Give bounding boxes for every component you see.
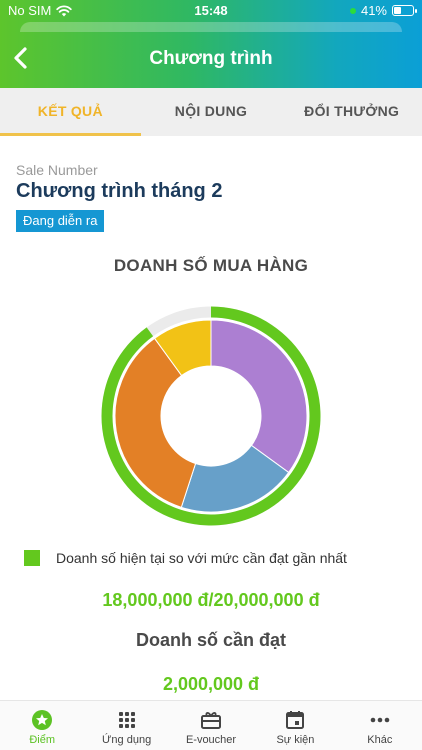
nav-label-events: Sự kiện <box>276 734 315 746</box>
status-badge: Đang diễn ra <box>16 210 105 232</box>
tab-results[interactable]: KẾT QUẢ <box>0 88 141 136</box>
donut-slice-1 <box>210 319 308 474</box>
battery-fill <box>394 7 401 14</box>
results-content[interactable]: Sale Number Chương trình tháng 2 Đang di… <box>0 136 422 700</box>
tab-rewards[interactable]: ĐỔI THƯỞNG <box>281 88 422 136</box>
tab-bar: KẾT QUẢ NỘI DUNG ĐỔI THƯỞNG <box>0 88 422 136</box>
nav-item-events[interactable]: Sự kiện <box>253 701 337 750</box>
more-dots-icon <box>370 717 390 723</box>
program-title: Chương trình tháng 2 <box>16 180 223 202</box>
nav-label-points: Điểm <box>29 734 56 746</box>
chart-legend: Doanh số hiện tại so với mức cần đạt gần… <box>24 550 347 566</box>
nav-label-more: Khác <box>367 734 393 746</box>
location-dot-icon <box>349 7 356 14</box>
nav-label-evoucher: E-voucher <box>185 734 237 746</box>
current-vs-target-amount: 18,000,000 đ/20,000,000 đ <box>102 590 320 610</box>
page-title: Chương trình <box>149 48 273 69</box>
grid-icon <box>118 712 135 728</box>
nav-label-apps: Ứng dụng <box>102 734 152 746</box>
legend-swatch <box>24 550 40 566</box>
bottom-nav: Điểm Ứng dụng E-voucher Sự kiện Khác <box>0 700 422 750</box>
voucher-icon <box>201 712 222 729</box>
status-right: 41% <box>349 3 417 18</box>
section-title: DOANH SỐ MUA HÀNG <box>113 256 309 275</box>
program-subtitle: Sale Number <box>16 162 98 178</box>
calendar-icon <box>286 711 305 729</box>
nav-item-points[interactable]: Điểm <box>0 701 84 750</box>
sales-donut-chart <box>101 306 321 526</box>
nav-item-more[interactable]: Khác <box>338 701 422 750</box>
battery-percent: 41% <box>360 3 387 18</box>
target-title: Doanh số cần đạt <box>135 630 287 650</box>
app-screen: No SIM 15:48 41% Chương trình KẾT QUẢ NỘ… <box>0 0 422 750</box>
star-badge-icon <box>32 710 53 730</box>
tab-content[interactable]: NỘI DUNG <box>141 88 282 136</box>
status-bar: No SIM 15:48 41% <box>0 0 422 22</box>
battery-icon <box>392 5 417 16</box>
nav-item-evoucher[interactable]: E-voucher <box>169 701 253 750</box>
legend-label: Doanh số hiện tại so với mức cần đạt gần… <box>56 550 347 566</box>
top-bar: No SIM 15:48 41% Chương trình <box>0 0 422 88</box>
target-amount: 2,000,000 đ <box>162 674 260 694</box>
header: Chương trình <box>0 30 422 88</box>
nav-item-apps[interactable]: Ứng dụng <box>84 701 168 750</box>
